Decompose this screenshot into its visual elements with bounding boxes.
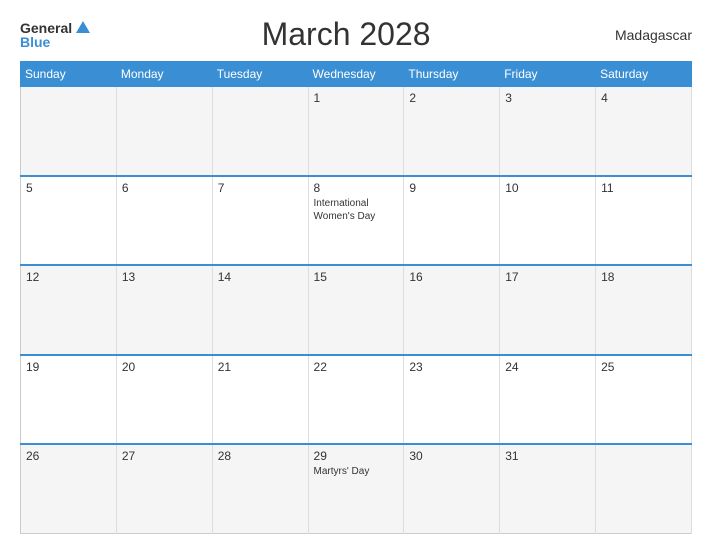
day-cell-2-1: 5 <box>21 176 117 265</box>
logo-general-text: General <box>20 21 72 35</box>
day-number: 25 <box>601 360 686 374</box>
col-sunday: Sunday <box>21 62 117 87</box>
day-number: 2 <box>409 91 494 105</box>
day-cell-2-4: 8 International Women's Day <box>308 176 404 265</box>
logo: General Blue <box>20 21 90 49</box>
page-header: General Blue March 2028 Madagascar <box>20 16 692 53</box>
day-cell-5-3: 28 <box>212 444 308 533</box>
day-number: 16 <box>409 270 494 284</box>
day-cell-3-6: 17 <box>500 265 596 354</box>
holiday-label: International Women's Day <box>314 197 399 223</box>
day-number: 1 <box>314 91 399 105</box>
day-number: 7 <box>218 181 303 195</box>
calendar-table: Sunday Monday Tuesday Wednesday Thursday… <box>20 61 692 534</box>
col-wednesday: Wednesday <box>308 62 404 87</box>
day-cell-4-5: 23 <box>404 355 500 444</box>
day-cell-5-7 <box>596 444 692 533</box>
day-cell-4-2: 20 <box>116 355 212 444</box>
day-cell-3-5: 16 <box>404 265 500 354</box>
logo-blue-text: Blue <box>20 35 50 49</box>
day-number: 13 <box>122 270 207 284</box>
day-cell-1-1 <box>21 87 117 176</box>
day-cell-1-2 <box>116 87 212 176</box>
day-cell-3-3: 14 <box>212 265 308 354</box>
day-number: 22 <box>314 360 399 374</box>
country-label: Madagascar <box>602 27 692 43</box>
day-number: 24 <box>505 360 590 374</box>
day-cell-1-5: 2 <box>404 87 500 176</box>
day-number: 10 <box>505 181 590 195</box>
week-row-1: 1234 <box>21 87 692 176</box>
day-cell-1-4: 1 <box>308 87 404 176</box>
col-saturday: Saturday <box>596 62 692 87</box>
day-cell-1-3 <box>212 87 308 176</box>
day-number: 23 <box>409 360 494 374</box>
col-monday: Monday <box>116 62 212 87</box>
day-cell-4-7: 25 <box>596 355 692 444</box>
day-cell-4-6: 24 <box>500 355 596 444</box>
week-row-3: 12 13 14 15 16 17 18 <box>21 265 692 354</box>
day-number: 31 <box>505 449 590 463</box>
day-cell-3-4: 15 <box>308 265 404 354</box>
week-row-2: 5678 International Women's Day 9 10 11 <box>21 176 692 265</box>
day-cell-2-2: 6 <box>116 176 212 265</box>
day-cell-5-6: 31 <box>500 444 596 533</box>
day-cell-1-7: 4 <box>596 87 692 176</box>
day-cell-3-1: 12 <box>21 265 117 354</box>
day-number: 18 <box>601 270 686 284</box>
day-cell-4-3: 21 <box>212 355 308 444</box>
day-number: 9 <box>409 181 494 195</box>
day-cell-4-4: 22 <box>308 355 404 444</box>
day-cell-5-4: 29 Martyrs' Day <box>308 444 404 533</box>
header-row: Sunday Monday Tuesday Wednesday Thursday… <box>21 62 692 87</box>
col-friday: Friday <box>500 62 596 87</box>
day-cell-2-5: 9 <box>404 176 500 265</box>
day-number: 3 <box>505 91 590 105</box>
day-number: 15 <box>314 270 399 284</box>
day-number: 21 <box>218 360 303 374</box>
day-cell-3-7: 18 <box>596 265 692 354</box>
col-tuesday: Tuesday <box>212 62 308 87</box>
col-thursday: Thursday <box>404 62 500 87</box>
day-number: 29 <box>314 449 399 463</box>
day-number: 5 <box>26 181 111 195</box>
day-number: 11 <box>601 181 686 195</box>
logo-triangle-icon <box>76 21 90 33</box>
day-number: 8 <box>314 181 399 195</box>
day-cell-5-5: 30 <box>404 444 500 533</box>
day-number: 14 <box>218 270 303 284</box>
day-number: 4 <box>601 91 686 105</box>
day-number: 12 <box>26 270 111 284</box>
day-number: 27 <box>122 449 207 463</box>
day-number: 19 <box>26 360 111 374</box>
day-cell-2-7: 11 <box>596 176 692 265</box>
day-number: 28 <box>218 449 303 463</box>
day-cell-5-1: 26 <box>21 444 117 533</box>
day-cell-1-6: 3 <box>500 87 596 176</box>
day-number: 30 <box>409 449 494 463</box>
page-title: March 2028 <box>90 16 602 53</box>
day-cell-5-2: 27 <box>116 444 212 533</box>
day-number: 20 <box>122 360 207 374</box>
day-number: 17 <box>505 270 590 284</box>
day-cell-2-6: 10 <box>500 176 596 265</box>
week-row-5: 26 27 28 29 Martyrs' Day 30 31 <box>21 444 692 533</box>
week-row-4: 19 20 21 22 23 24 25 <box>21 355 692 444</box>
day-number: 26 <box>26 449 111 463</box>
day-cell-3-2: 13 <box>116 265 212 354</box>
day-cell-4-1: 19 <box>21 355 117 444</box>
day-number: 6 <box>122 181 207 195</box>
day-cell-2-3: 7 <box>212 176 308 265</box>
holiday-label: Martyrs' Day <box>314 465 399 478</box>
